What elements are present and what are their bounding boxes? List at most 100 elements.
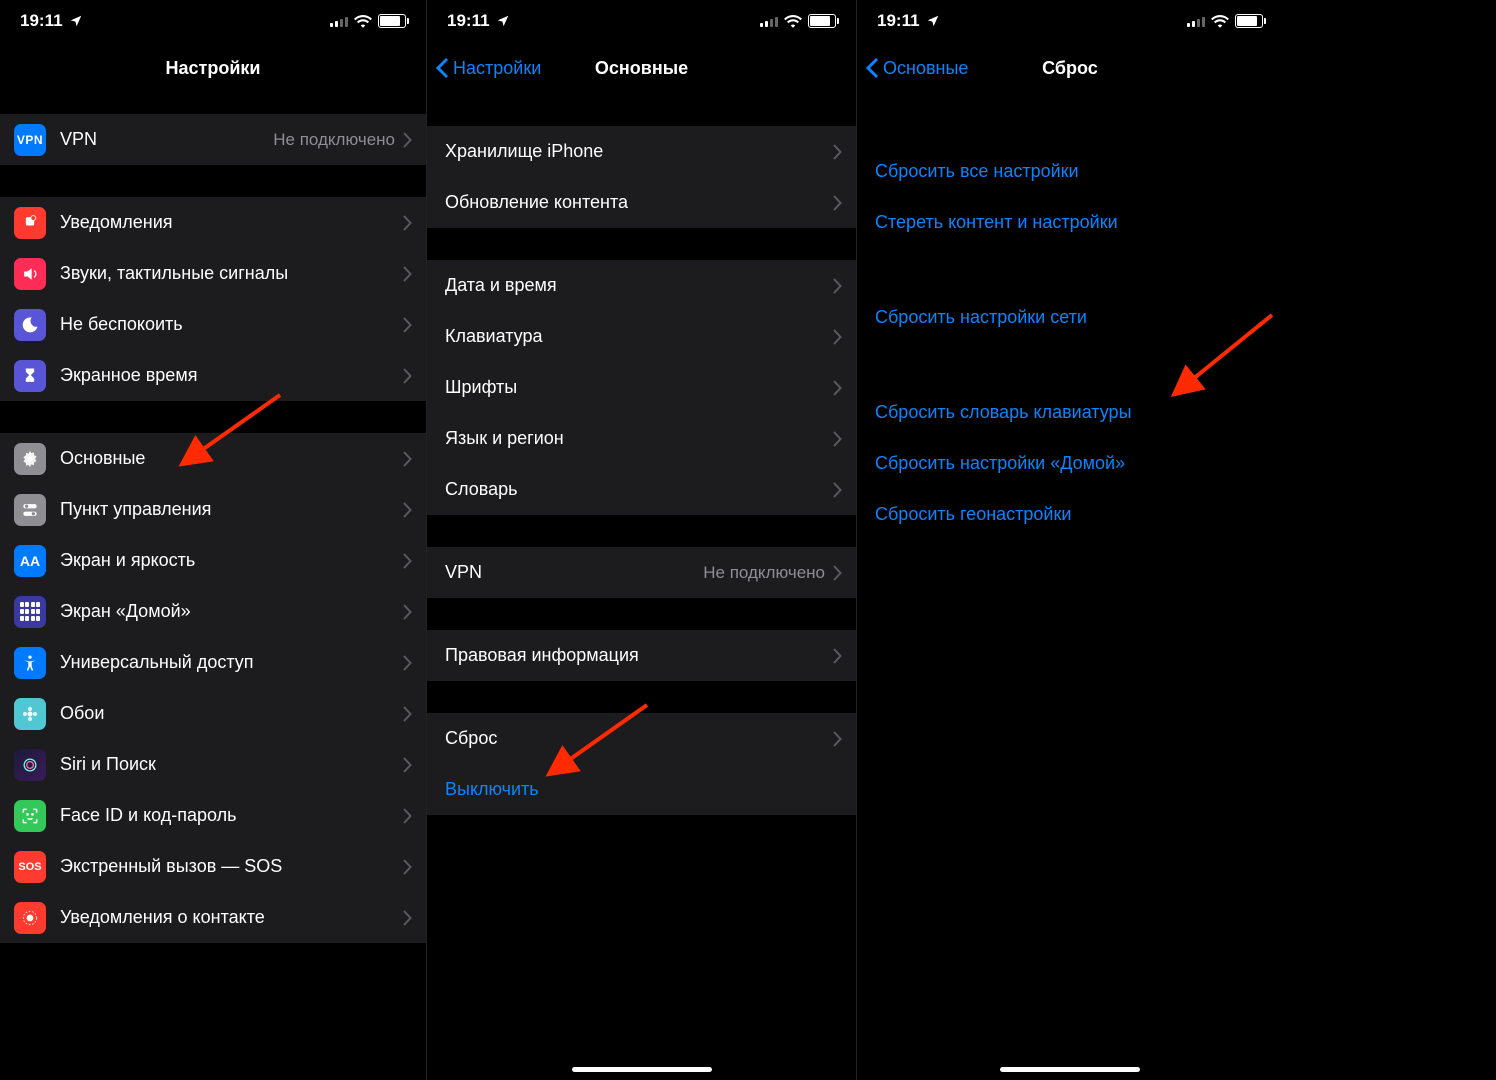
action-label: Стереть контент и настройки [875, 212, 1118, 233]
chevron-left-icon [435, 57, 449, 79]
row-do-not-disturb[interactable]: Не беспокоить [0, 299, 426, 350]
nav-bar: Настройки Основные [427, 42, 856, 94]
battery-icon [808, 14, 836, 28]
page-title: Основные [595, 58, 688, 79]
chevron-right-icon [833, 329, 842, 345]
cellular-signal-icon [760, 15, 778, 27]
row-label: Выключить [445, 779, 842, 800]
row-date-time[interactable]: Дата и время [427, 260, 856, 311]
row-fonts[interactable]: Шрифты [427, 362, 856, 413]
row-sos[interactable]: SOS Экстренный вызов — SOS [0, 841, 426, 892]
sos-icon: SOS [14, 851, 46, 883]
chevron-right-icon [403, 317, 412, 333]
home-indicator[interactable] [1000, 1067, 1140, 1072]
row-sounds[interactable]: Звуки, тактильные сигналы [0, 248, 426, 299]
status-bar: 19:11 [427, 0, 856, 42]
row-screen-time[interactable]: Экранное время [0, 350, 426, 401]
row-reset[interactable]: Сброс [427, 713, 856, 764]
action-reset-network[interactable]: Сбросить настройки сети [857, 292, 1283, 343]
row-exposure[interactable]: Уведомления о контакте [0, 892, 426, 943]
row-label: Экранное время [60, 365, 403, 386]
status-time: 19:11 [447, 11, 490, 31]
wifi-icon [784, 14, 802, 28]
action-label: Сбросить словарь клавиатуры [875, 402, 1132, 423]
row-label: Не беспокоить [60, 314, 403, 335]
chevron-right-icon [833, 144, 842, 160]
row-display[interactable]: AA Экран и яркость [0, 535, 426, 586]
chevron-right-icon [403, 215, 412, 231]
home-indicator[interactable] [572, 1067, 712, 1072]
chevron-right-icon [833, 195, 842, 211]
chevron-right-icon [403, 451, 412, 467]
action-reset-home-layout[interactable]: Сбросить настройки «Домой» [857, 438, 1283, 489]
moon-icon [14, 309, 46, 341]
chevron-left-icon [865, 57, 879, 79]
action-reset-location[interactable]: Сбросить геонастройки [857, 489, 1283, 540]
row-language-region[interactable]: Язык и регион [427, 413, 856, 464]
row-dictionary[interactable]: Словарь [427, 464, 856, 515]
row-accessibility[interactable]: Универсальный доступ [0, 637, 426, 688]
app-grid-icon [14, 596, 46, 628]
row-label: Обои [60, 703, 403, 724]
action-erase-all[interactable]: Стереть контент и настройки [857, 197, 1283, 248]
action-label: Сбросить настройки сети [875, 307, 1087, 328]
chevron-right-icon [403, 808, 412, 824]
chevron-right-icon [403, 368, 412, 384]
location-arrow-icon [496, 14, 510, 28]
back-label: Основные [883, 58, 968, 79]
row-label: Экран и яркость [60, 550, 403, 571]
row-general[interactable]: Основные [0, 433, 426, 484]
faceid-icon [14, 800, 46, 832]
row-legal[interactable]: Правовая информация [427, 630, 856, 681]
row-label: Звуки, тактильные сигналы [60, 263, 403, 284]
row-background-refresh[interactable]: Обновление контента [427, 177, 856, 228]
row-label: Словарь [445, 479, 833, 500]
action-label: Сбросить все настройки [875, 161, 1079, 182]
row-wallpaper[interactable]: Обои [0, 688, 426, 739]
row-label: Экстренный вызов — SOS [60, 856, 403, 877]
status-time: 19:11 [877, 11, 920, 31]
row-control-center[interactable]: Пункт управления [0, 484, 426, 535]
row-label: Уведомления о контакте [60, 907, 403, 928]
row-faceid[interactable]: Face ID и код-пароль [0, 790, 426, 841]
action-label: Сбросить настройки «Домой» [875, 453, 1125, 474]
row-vpn[interactable]: VPN Не подключено [427, 547, 856, 598]
row-label: Шрифты [445, 377, 833, 398]
cellular-signal-icon [330, 15, 348, 27]
status-bar: 19:11 [857, 0, 1283, 42]
chevron-right-icon [403, 266, 412, 282]
row-label: Хранилище iPhone [445, 141, 833, 162]
action-reset-all-settings[interactable]: Сбросить все настройки [857, 146, 1283, 197]
row-home-screen[interactable]: Экран «Домой» [0, 586, 426, 637]
bell-icon [14, 207, 46, 239]
status-bar: 19:11 [0, 0, 426, 42]
phone-general: 19:11 Настройки Основные Хранилище iPhon… [427, 0, 856, 1080]
row-vpn[interactable]: VPN VPN Не подключено [0, 114, 426, 165]
chevron-right-icon [833, 565, 842, 581]
action-reset-keyboard-dictionary[interactable]: Сбросить словарь клавиатуры [857, 387, 1283, 438]
row-label: VPN [445, 562, 703, 583]
battery-icon [378, 14, 406, 28]
row-iphone-storage[interactable]: Хранилище iPhone [427, 126, 856, 177]
row-shutdown[interactable]: Выключить [427, 764, 856, 815]
row-notifications[interactable]: Уведомления [0, 197, 426, 248]
chevron-right-icon [833, 431, 842, 447]
row-label: Siri и Поиск [60, 754, 403, 775]
row-keyboard[interactable]: Клавиатура [427, 311, 856, 362]
gear-icon [14, 443, 46, 475]
back-button[interactable]: Настройки [435, 42, 541, 94]
chevron-right-icon [403, 655, 412, 671]
row-label: Язык и регион [445, 428, 833, 449]
row-label: Face ID и код-пароль [60, 805, 403, 826]
accessibility-icon [14, 647, 46, 679]
vpn-icon: VPN [14, 124, 46, 156]
row-siri[interactable]: Siri и Поиск [0, 739, 426, 790]
location-arrow-icon [926, 14, 940, 28]
row-label: Экран «Домой» [60, 601, 403, 622]
chevron-right-icon [833, 380, 842, 396]
back-button[interactable]: Основные [865, 42, 968, 94]
cellular-signal-icon [1187, 15, 1205, 27]
chevron-right-icon [833, 482, 842, 498]
toggles-icon [14, 494, 46, 526]
row-label: Универсальный доступ [60, 652, 403, 673]
